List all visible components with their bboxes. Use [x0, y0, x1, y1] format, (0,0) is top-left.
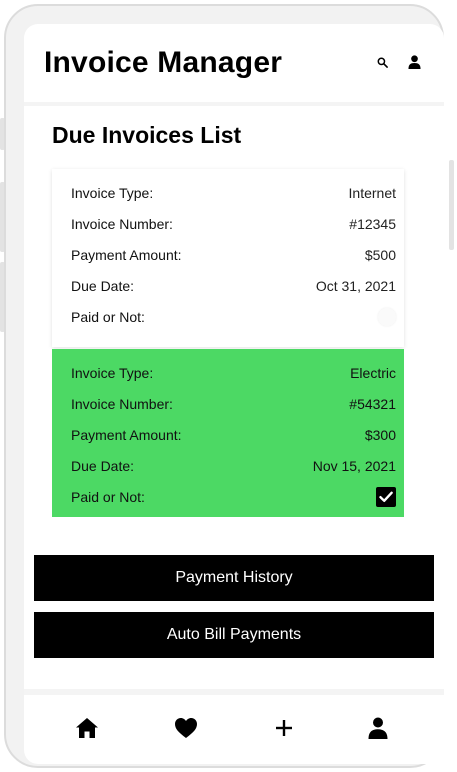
field-label: Paid or Not:	[71, 308, 145, 325]
invoice-type-value: Internet	[348, 184, 396, 201]
app-header: Invoice Manager	[24, 24, 444, 102]
invoice-row-type: Invoice Type: Electric	[71, 357, 396, 388]
header-actions	[374, 54, 422, 70]
field-label: Invoice Type:	[71, 364, 154, 381]
invoice-card-paid: Invoice Type: Electric Invoice Number: #…	[52, 349, 404, 517]
field-label: Invoice Type:	[71, 184, 154, 201]
user-icon[interactable]	[406, 54, 422, 70]
invoice-row-amount: Payment Amount: $500	[71, 239, 396, 270]
app-title: Invoice Manager	[44, 46, 283, 79]
invoice-row-due: Due Date: Oct 31, 2021	[71, 270, 396, 301]
heart-icon[interactable]	[173, 715, 199, 741]
plus-icon[interactable]	[271, 715, 297, 741]
search-icon[interactable]	[374, 54, 390, 70]
field-label: Due Date:	[71, 277, 135, 294]
field-label: Payment Amount:	[71, 246, 182, 263]
field-label: Payment Amount:	[71, 426, 182, 443]
app-screen: Invoice Manager Due Invoices List Invoic…	[24, 24, 444, 764]
invoice-number-value: #12345	[349, 215, 396, 232]
auto-bill-payments-button[interactable]: Auto Bill Payments	[34, 612, 434, 658]
phone-frame: Invoice Manager Due Invoices List Invoic…	[4, 4, 444, 768]
due-date-value: Nov 15, 2021	[312, 457, 396, 474]
bottom-nav	[24, 695, 444, 764]
invoice-row-paid: Paid or Not:	[71, 301, 396, 332]
payment-history-button[interactable]: Payment History	[34, 555, 434, 601]
invoice-row-paid: Paid or Not:	[71, 481, 396, 512]
home-icon[interactable]	[74, 715, 100, 741]
profile-icon[interactable]	[365, 715, 391, 741]
field-label: Paid or Not:	[71, 488, 145, 505]
field-label: Invoice Number:	[71, 395, 173, 412]
header-divider	[24, 102, 444, 106]
invoice-row-number: Invoice Number: #12345	[71, 208, 396, 239]
check-icon	[379, 491, 393, 502]
invoice-row-amount: Payment Amount: $300	[71, 419, 396, 450]
field-label: Invoice Number:	[71, 215, 173, 232]
invoice-number-value: #54321	[349, 395, 396, 412]
field-label: Due Date:	[71, 457, 135, 474]
invoice-row-number: Invoice Number: #54321	[71, 388, 396, 419]
invoice-row-due: Due Date: Nov 15, 2021	[71, 450, 396, 481]
invoice-type-value: Electric	[350, 364, 396, 381]
due-date-value: Oct 31, 2021	[315, 277, 396, 294]
section-title: Due Invoices List	[52, 122, 242, 148]
paid-checkbox[interactable]	[378, 307, 396, 326]
phone-side-button	[449, 160, 454, 250]
payment-amount-value: $300	[364, 426, 396, 443]
payment-amount-value: $500	[364, 246, 396, 263]
invoice-card: Invoice Type: Internet Invoice Number: #…	[52, 169, 404, 347]
invoice-row-type: Invoice Type: Internet	[71, 177, 396, 208]
paid-checkbox-checked[interactable]	[376, 486, 396, 507]
